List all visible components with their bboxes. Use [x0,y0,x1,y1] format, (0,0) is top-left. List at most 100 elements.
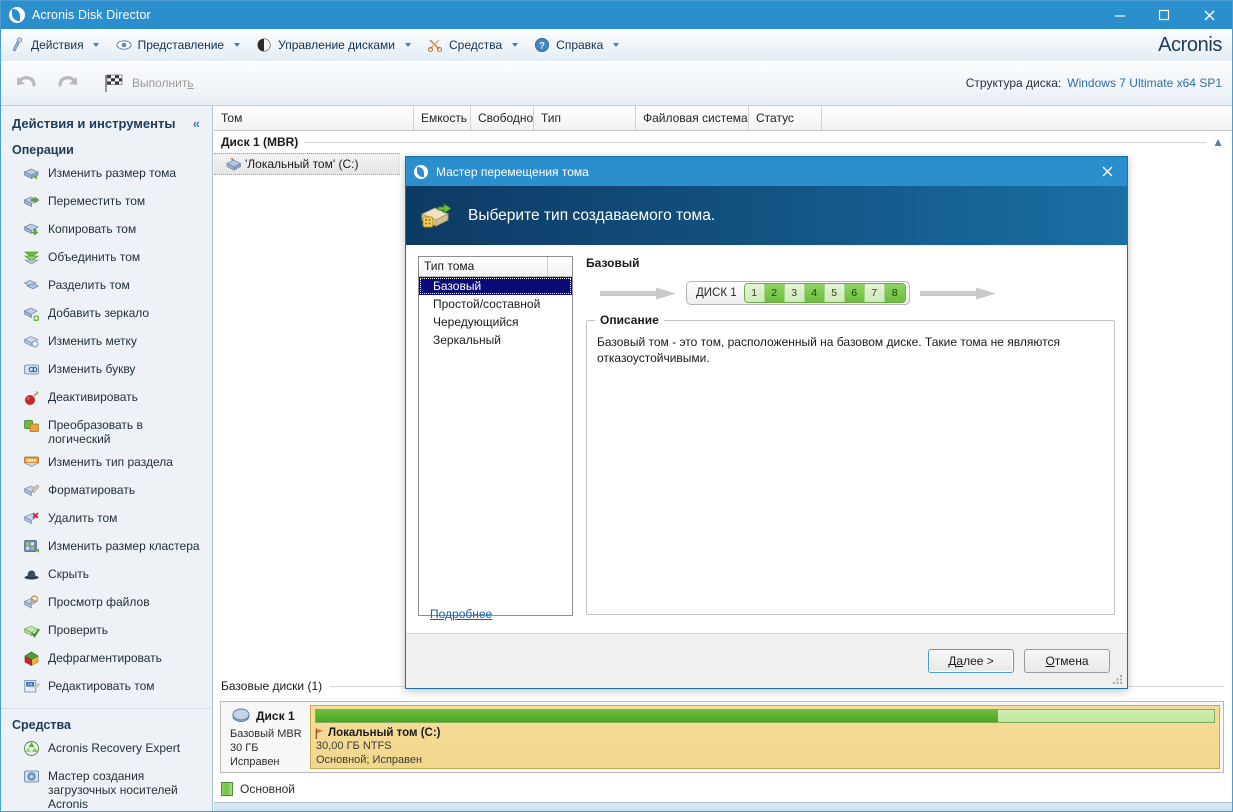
sidebar-item-label: Дефрагментировать [48,651,162,665]
sidebar-item-copy-volume[interactable]: Копировать том [1,217,212,245]
chevron-down-icon[interactable] [508,32,521,58]
disk-type: Базовый MBR [230,728,302,740]
sidebar-item-partition-type[interactable]: MBR Изменить тип раздела [1,450,212,478]
primary-partition-swatch [221,782,233,796]
sidebar-item-format[interactable]: Форматировать [1,478,212,506]
column-header-filesystem[interactable]: Файловая система [636,106,749,130]
menu-actions[interactable]: Действия [1,32,106,58]
sidebar-item-recovery-expert[interactable]: Acronis Recovery Expert [1,736,212,764]
window-controls [1098,1,1232,29]
disk-cell: 3 [784,284,805,302]
menu-view-label: Представление [137,38,225,52]
volume-row-label: 'Локальный том' (C:) [245,157,359,171]
sidebar-item-hide[interactable]: Скрыть [1,562,212,590]
column-header-filler [822,106,1232,130]
menu-help-label: Справка [556,38,604,52]
sidebar-item-defragment[interactable]: Дефрагментировать [1,646,212,674]
disk-structure-value[interactable]: Windows 7 Ultimate x64 SP1 [1067,76,1222,90]
disk-cell: 5 [824,284,845,302]
sidebar-item-delete-volume[interactable]: Удалить том [1,506,212,534]
sidebar-item-change-label[interactable]: Изменить метку [1,329,212,357]
column-header-free[interactable]: Свободно [471,106,534,130]
minimize-icon[interactable] [1098,1,1142,29]
sidebar-item-check[interactable]: Проверить [1,618,212,646]
sidebar-title-text: Действия и инструменты [12,116,176,131]
close-icon[interactable] [1087,157,1127,186]
menu-disk-management-label: Управление дисками [278,38,395,52]
partition-title: Локальный том (C:) [315,727,1215,739]
maximize-icon[interactable] [1142,1,1186,29]
chevron-up-icon[interactable]: ▲ [1212,135,1232,149]
volume-table-header: Том Емкость Свободно Тип Файловая систем… [214,106,1232,131]
move-volume-wizard-dialog: Мастер перемещения тома Выберите тип соз… [405,156,1128,689]
sidebar-item-deactivate[interactable]: Деактивировать [1,385,212,413]
chevron-down-icon[interactable] [230,32,243,58]
more-details-link[interactable]: Подробнее [430,607,492,621]
sidebar-item-resize-volume[interactable]: Изменить размер тома [1,161,212,189]
sidebar-item-cluster-size[interactable]: Изменить размер кластера [1,534,212,562]
sidebar-item-bootable-media[interactable]: Мастер создания загрузочных носителей Ac… [1,764,212,811]
sidebar-item-label: Объединить том [48,250,141,264]
volume-type-list[interactable]: Тип тома Базовый Простой/составной Черед… [418,256,573,616]
volume-type-column-header[interactable]: Тип тома [419,257,548,276]
undo-icon[interactable] [9,66,43,100]
disk-cell: 8 [884,284,905,302]
menu-help[interactable]: ? Справка [526,32,625,58]
partition-block[interactable]: Локальный том (C:) 30,00 ГБ NTFS Основно… [310,705,1220,769]
menu-tools-label: Средства [449,38,503,52]
active-flag-icon [315,728,323,739]
sidebar-item-label: Изменить размер кластера [48,539,200,553]
volume-type-option-mirrored[interactable]: Зеркальный [419,331,572,349]
cancel-button[interactable]: Отмена [1024,649,1110,673]
chevron-down-icon[interactable] [609,32,622,58]
table-row[interactable]: 'Локальный том' (C:) [214,153,400,175]
dialog-title-bar: Мастер перемещения тома [406,157,1127,186]
disk-entry[interactable]: Диск 1 Базовый MBR 30 ГБ Исправен Локаль… [220,701,1224,773]
column-header-volume[interactable]: Том [214,106,414,130]
sidebar-item-convert-logical[interactable]: Преобразовать в логический [1,413,212,450]
volume-icon [226,157,242,171]
next-button[interactable]: Далее > [928,649,1014,673]
svg-text:?: ? [539,41,545,52]
partition-name: Локальный том (C:) [328,727,441,739]
sidebar-item-label: Acronis Recovery Expert [48,741,181,755]
chevron-down-icon[interactable] [90,32,103,58]
sidebar-item-label: Разделить том [48,278,130,292]
sidebar-item-add-mirror[interactable]: Добавить зеркало [1,301,212,329]
partition-usage-fill [316,710,999,722]
disk-info-header: Диск 1 [230,707,306,725]
disk-diagram-widget: ДИСК 1 1 2 3 4 5 6 7 8 [686,281,910,305]
edit-volume-icon: FB [24,680,40,693]
volume-group-row[interactable]: Диск 1 (MBR) ▲ [214,131,1232,153]
menu-view[interactable]: Представление [108,32,247,58]
volume-type-option-simple[interactable]: Простой/составной [419,295,572,313]
change-label-icon [23,336,39,348]
chevron-down-icon[interactable] [401,32,414,58]
sidebar-item-merge-volume[interactable]: Объединить том [1,245,212,273]
resize-grip-icon[interactable] [1112,674,1123,685]
column-header-type[interactable]: Тип [534,106,636,130]
volume-type-option-striped[interactable]: Чередующийся [419,313,572,331]
chevron-double-left-icon[interactable]: « [193,116,204,131]
menu-disk-management[interactable]: Управление дисками [248,32,417,58]
sidebar-item-move-volume[interactable]: Переместить том [1,189,212,217]
execute-button[interactable]: Выполнить [95,66,202,100]
sidebar-item-change-letter[interactable]: C D Изменить букву [1,357,212,385]
close-icon[interactable] [1186,1,1232,29]
sidebar-item-split-volume[interactable]: Разделить том [1,273,212,301]
volume-type-option-basic[interactable]: Базовый [419,277,572,295]
sidebar-item-edit-volume[interactable]: FB Редактировать том [1,674,212,702]
eye-icon [116,40,132,50]
group-separator-line [304,141,1207,143]
browse-files-icon [23,595,39,609]
column-header-status[interactable]: Статус [749,106,822,130]
next-button-label: Далее > [948,654,994,668]
svg-text:MBR: MBR [27,458,38,463]
menu-tools[interactable]: Средства [419,32,524,58]
column-header-capacity[interactable]: Емкость [414,106,471,130]
acronis-drop-icon [9,7,25,23]
redo-icon[interactable] [51,66,85,100]
description-legend: Описание [595,313,664,327]
sidebar-item-browse-files[interactable]: Просмотр файлов [1,590,212,618]
disk-info: Диск 1 Базовый MBR 30 ГБ Исправен [224,705,310,769]
